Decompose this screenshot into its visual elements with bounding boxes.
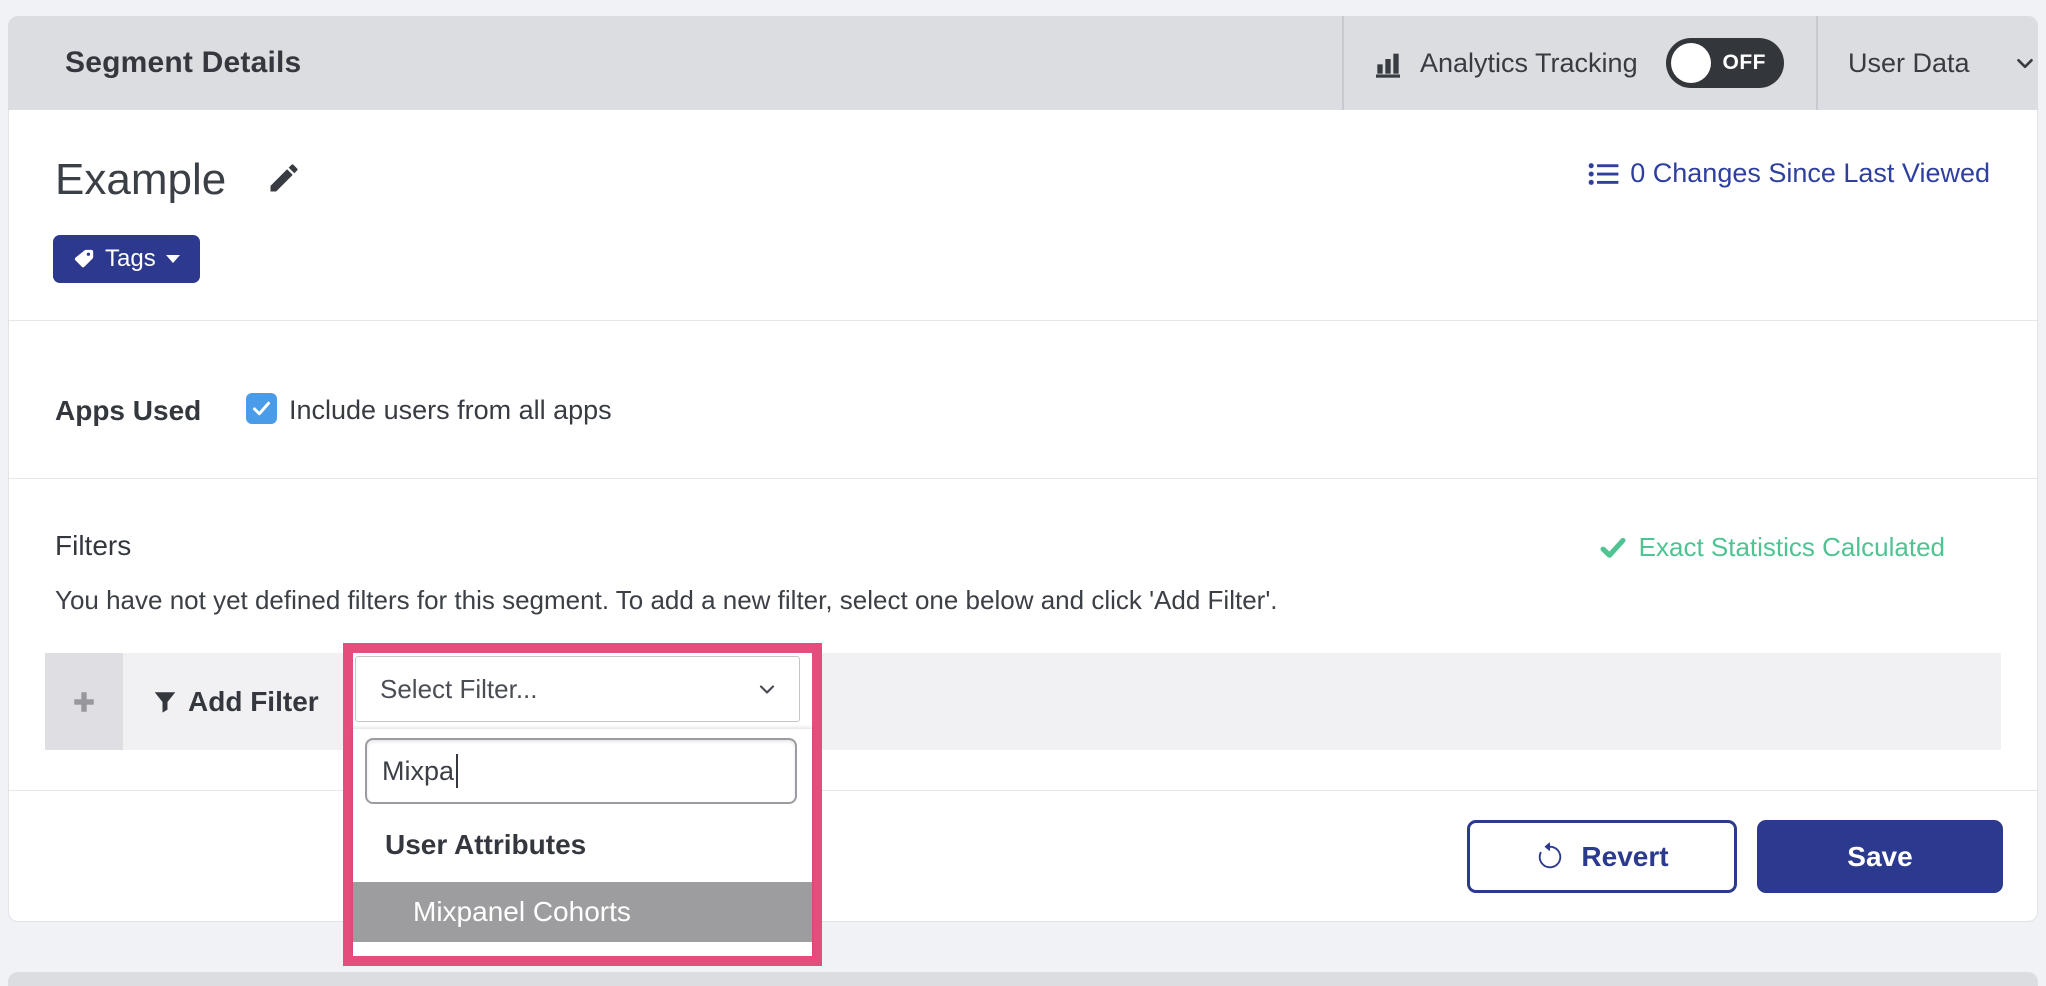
revert-button-label: Revert xyxy=(1581,841,1668,873)
filter-dropdown-panel: Mixpa User Attributes Mixpanel Cohorts xyxy=(353,729,812,956)
user-data-dropdown[interactable]: User Data xyxy=(1848,16,2038,110)
include-all-apps-checkbox[interactable] xyxy=(246,393,277,424)
select-filter-dropdown[interactable]: Select Filter... xyxy=(355,656,800,722)
check-icon xyxy=(1599,534,1627,562)
segment-details-page: Segment Details Analytics Tracking OFF U… xyxy=(0,0,2046,986)
dropdown-option-mixpanel-cohorts[interactable]: Mixpanel Cohorts xyxy=(353,882,812,942)
annotation-highlight-box: Select Filter... Mixpa User Attributes M… xyxy=(343,643,822,966)
changes-link-label: 0 Changes Since Last Viewed xyxy=(1630,158,1990,189)
bar-chart-icon xyxy=(1374,47,1406,79)
apps-used-label: Apps Used xyxy=(55,395,201,427)
filters-description: You have not yet defined filters for thi… xyxy=(55,585,1278,616)
toggle-off-label: OFF xyxy=(1723,38,1767,88)
undo-arrow-icon xyxy=(1535,842,1565,872)
add-filter-plus-button[interactable] xyxy=(45,653,123,750)
tag-icon xyxy=(73,248,95,270)
revert-button[interactable]: Revert xyxy=(1467,820,1737,893)
include-all-apps-label: Include users from all apps xyxy=(289,395,612,426)
filter-search-value: Mixpa xyxy=(382,756,454,787)
header-divider xyxy=(1342,16,1344,110)
analytics-tracking-zone: Analytics Tracking xyxy=(1374,16,1638,110)
plus-icon xyxy=(71,689,97,715)
analytics-tracking-toggle[interactable]: OFF xyxy=(1666,38,1784,88)
add-filter-row xyxy=(45,653,2001,750)
dropdown-option-label: Mixpanel Cohorts xyxy=(353,896,631,928)
section-divider xyxy=(9,320,2037,321)
save-button-label: Save xyxy=(1847,841,1912,873)
tags-button[interactable]: Tags xyxy=(53,235,200,283)
add-filter-text: Add Filter xyxy=(188,686,319,718)
changes-since-last-viewed-link[interactable]: 0 Changes Since Last Viewed xyxy=(1588,158,1990,189)
text-cursor xyxy=(456,754,458,788)
page-title: Segment Details xyxy=(65,16,301,110)
funnel-icon xyxy=(152,689,178,715)
chevron-down-icon xyxy=(755,677,799,701)
card-header: Segment Details Analytics Tracking OFF U… xyxy=(8,16,2038,110)
chevron-down-icon xyxy=(2012,50,2038,76)
filters-title: Filters xyxy=(55,530,131,562)
header-divider xyxy=(1816,16,1818,110)
caret-down-icon xyxy=(166,255,180,264)
toggle-knob[interactable] xyxy=(1671,43,1711,83)
analytics-tracking-label: Analytics Tracking xyxy=(1420,48,1638,79)
exact-statistics-label: Exact Statistics Calculated xyxy=(1639,532,1945,563)
pencil-icon xyxy=(266,160,302,196)
next-card-header xyxy=(8,972,2038,986)
edit-name-button[interactable] xyxy=(266,160,302,196)
filter-search-input[interactable]: Mixpa xyxy=(365,738,797,804)
save-button[interactable]: Save xyxy=(1757,820,2003,893)
exact-statistics-status: Exact Statistics Calculated xyxy=(1599,532,1945,563)
select-filter-value: Select Filter... xyxy=(356,674,755,705)
list-icon xyxy=(1588,161,1620,187)
dropdown-group-label: User Attributes xyxy=(385,829,586,861)
section-divider xyxy=(9,478,2037,479)
tags-button-label: Tags xyxy=(105,245,156,273)
segment-details-card xyxy=(8,16,2038,922)
segment-name: Example xyxy=(55,155,226,205)
check-icon xyxy=(251,398,272,419)
section-divider xyxy=(9,790,2037,791)
add-filter-label: Add Filter xyxy=(152,653,319,750)
user-data-label: User Data xyxy=(1848,48,1970,79)
